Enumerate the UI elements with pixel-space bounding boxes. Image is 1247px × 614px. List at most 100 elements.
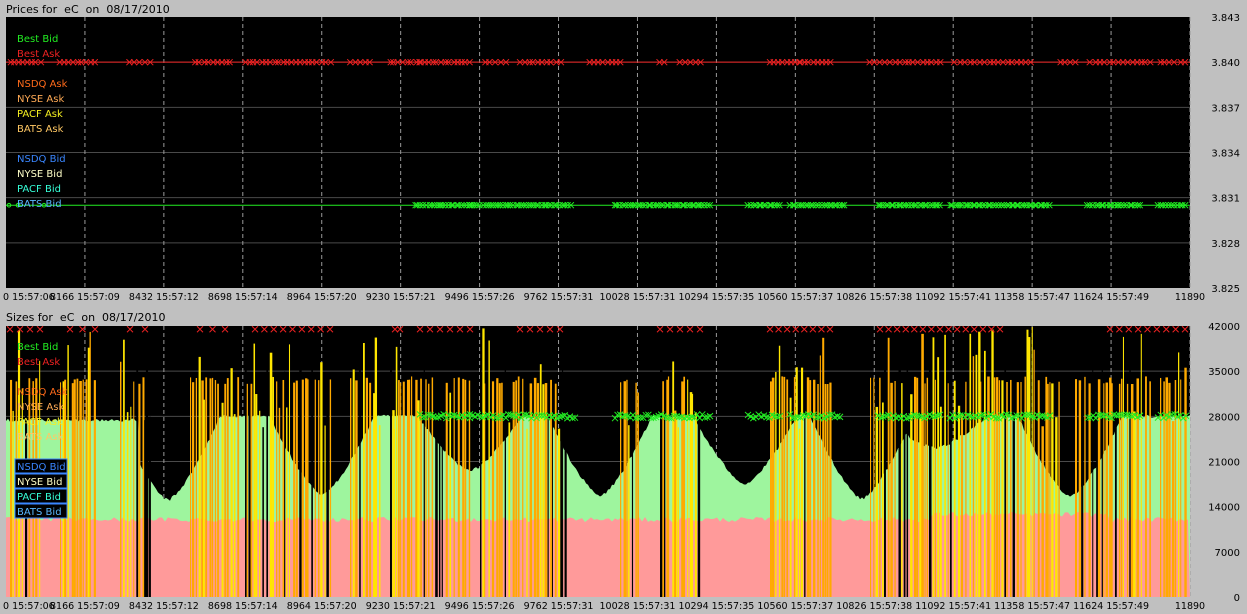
x-tick-label: 10028 15:57:31 [600, 292, 676, 303]
size-bar [939, 406, 942, 597]
size-bar [944, 334, 946, 597]
legend-bats-bid: BATS Bid [17, 199, 62, 210]
size-bar [1051, 383, 1054, 597]
size-bar [305, 378, 308, 597]
size-bar [126, 412, 129, 597]
x-tick-label: 9762 15:57:31 [524, 601, 594, 612]
size-bar [694, 412, 697, 597]
size-bar [517, 376, 520, 597]
size-bar [417, 400, 420, 597]
size-bar [76, 378, 79, 597]
size-bar [926, 377, 929, 597]
size-bar [359, 362, 361, 597]
size-bar [480, 368, 482, 597]
y-tick-label: 21000 [1208, 458, 1240, 469]
size-bar [1114, 422, 1117, 597]
x-tick-label: 8698 15:57:14 [208, 601, 278, 612]
legend-bats-ask: BATS Ask [17, 432, 64, 443]
legend-bats-ask: BATS Ask [17, 124, 64, 135]
size-bar [93, 380, 96, 597]
y-tick-label: 7000 [1215, 548, 1240, 559]
size-bar [1160, 377, 1162, 597]
x-tick-label: 10826 15:57:38 [836, 292, 912, 303]
size-bar [288, 344, 291, 597]
size-bar [674, 410, 677, 597]
size-bar [887, 337, 890, 597]
size-bar [631, 422, 634, 597]
size-bar [687, 379, 689, 597]
size-bar [526, 428, 528, 597]
size-bar [123, 339, 125, 597]
size-bar [226, 378, 229, 597]
x-tick-label: 11890 [1175, 601, 1205, 612]
size-bar [462, 378, 465, 597]
x-tick-label: 11092 15:57:41 [915, 601, 991, 612]
size-bar [1140, 333, 1142, 597]
size-bar [1133, 411, 1136, 597]
y-tick-label: 42000 [1208, 322, 1240, 333]
size-bar [420, 378, 422, 597]
size-bar [903, 408, 906, 597]
size-bar [1109, 377, 1112, 597]
size-bar [1026, 329, 1029, 597]
chart-canvas[interactable]: 3.843 3.840 3.837 3.834 3.831 3.828 3.825 0 15:… [0, 0, 1247, 614]
size-bar [533, 377, 537, 597]
legend-nyse-ask: NYSE Ask [17, 402, 64, 413]
size-bar [1055, 417, 1058, 597]
x-tick-label: 11624 15:57:49 [1073, 601, 1149, 612]
size-bar [522, 378, 524, 597]
size-bar [329, 379, 332, 597]
size-bar [978, 331, 981, 597]
size-bar [363, 342, 365, 597]
size-bar [435, 393, 438, 597]
size-bar [961, 413, 964, 597]
size-bar [233, 414, 236, 597]
y-tick-label: 14000 [1208, 503, 1240, 514]
size-bar [374, 337, 378, 597]
x-tick-label: 8964 15:57:20 [287, 292, 357, 303]
size-bar [637, 392, 639, 597]
size-bar [352, 369, 355, 597]
size-bar [237, 377, 240, 597]
size-bar [539, 364, 542, 597]
legend-best-ask: Best Ask [17, 49, 60, 60]
size-bar [138, 383, 141, 597]
size-bar [983, 350, 986, 597]
size-bar [441, 376, 443, 597]
size-bar [1171, 421, 1175, 597]
size-bar [246, 383, 248, 597]
y-tick-label: 3.828 [1211, 239, 1240, 250]
legend-nsdq-ask: NSDQ Ask [17, 79, 68, 90]
size-bar [934, 379, 936, 597]
size-bar [667, 376, 670, 597]
legend-pacf-bid: PACF Bid [17, 184, 61, 195]
x-tick-label: 9762 15:57:31 [524, 292, 594, 303]
size-bar [192, 382, 195, 597]
size-bar [781, 376, 784, 597]
size-bar [795, 367, 798, 597]
size-bar [1078, 380, 1082, 597]
size-bar [906, 336, 909, 597]
size-bar [224, 383, 227, 597]
size-bar [230, 368, 233, 597]
size-bar [318, 380, 320, 597]
size-bar [369, 382, 372, 597]
size-bar [445, 382, 448, 597]
size-bar [269, 352, 273, 597]
size-bar [778, 345, 781, 597]
legend-nsdq-bid: NSDQ Bid [17, 462, 66, 473]
size-bar [800, 367, 804, 597]
size-bar [214, 380, 217, 597]
x-tick-label: 10294 15:57:35 [678, 601, 754, 612]
size-bar [910, 394, 913, 597]
size-bar [806, 377, 810, 597]
size-bar [221, 402, 224, 597]
x-tick-label: 10560 15:57:37 [757, 601, 833, 612]
size-bar [1145, 376, 1147, 597]
size-bar [379, 425, 381, 597]
x-tick-label: 0 15:57:06 [3, 292, 55, 303]
size-bar [400, 382, 402, 597]
size-bar [882, 402, 884, 597]
size-bar [822, 337, 825, 597]
size-bar [284, 371, 286, 597]
